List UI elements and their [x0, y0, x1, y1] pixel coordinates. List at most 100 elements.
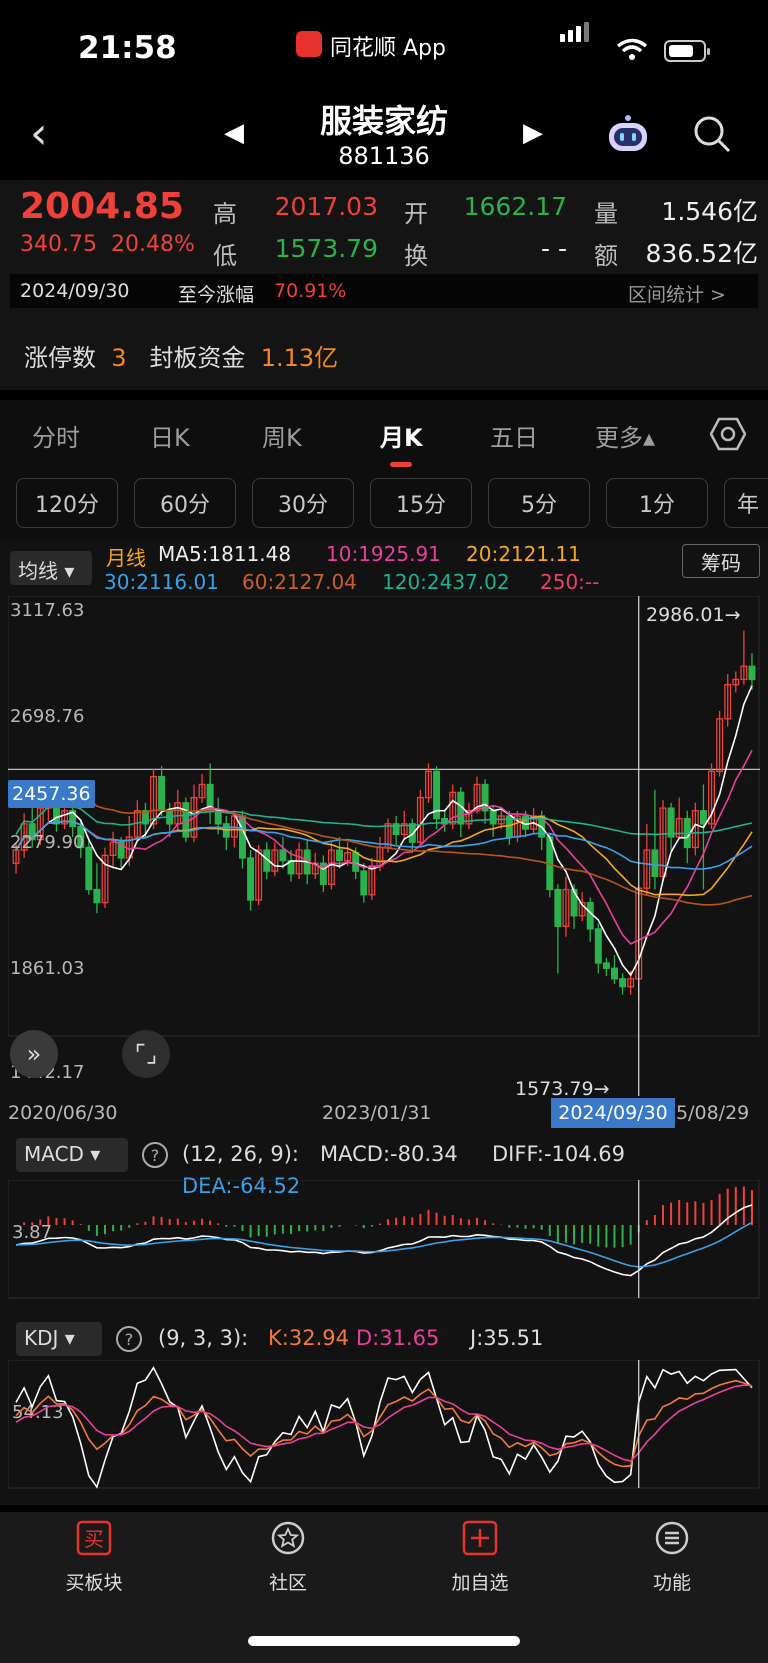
tab-monthly[interactable]: 月K [380, 418, 423, 453]
candle-body [602, 962, 610, 969]
candle-body [554, 888, 562, 927]
next-stock-icon[interactable]: ▶ [523, 118, 543, 148]
candle-body [158, 775, 166, 812]
buy-sector-button[interactable]: 买 买板块 [14, 1520, 174, 1595]
limit-fund: 1.13亿 [260, 344, 339, 372]
ma120-line [15, 804, 753, 836]
stock-code: 881136 [338, 142, 430, 170]
community-button[interactable]: 社区 [208, 1520, 368, 1595]
period-1m[interactable]: 1分 [606, 478, 708, 528]
community-label: 社区 [268, 1572, 307, 1594]
functions-button[interactable]: 功能 [592, 1520, 752, 1595]
amount-label: 额 [594, 242, 618, 270]
tab-more[interactable]: 更多▴ [595, 418, 655, 453]
ma120-value: 120:2437.02 [382, 570, 510, 594]
period-30m[interactable]: 30分 [252, 478, 354, 528]
candle-body [336, 849, 344, 862]
low-marker: 1573.79→ [515, 1078, 610, 1100]
chart-frame [8, 596, 760, 1037]
diff-value: DIFF:-104.69 [492, 1142, 626, 1166]
back-icon[interactable]: ‹ [30, 112, 48, 156]
high-marker: 2986.01→ [646, 604, 741, 626]
period-120m[interactable]: 120分 [16, 478, 118, 528]
y-tick-1: 3117.63 [10, 600, 85, 621]
status-app-name: 同花顺 App [330, 36, 446, 61]
candle-body [651, 849, 659, 878]
macd-frame [8, 1180, 760, 1299]
volume-label: 量 [594, 200, 618, 228]
candle-body [699, 810, 707, 825]
range-stat-link[interactable]: 区间统计 > [628, 280, 726, 307]
d-line [15, 1384, 753, 1463]
buy-sector-label: 买板块 [65, 1572, 123, 1594]
limit-count: 3 [111, 344, 127, 372]
low-label: 低 [213, 242, 237, 270]
macd-selector[interactable]: MACD ▾ [16, 1138, 128, 1172]
tab-five-day[interactable]: 五日 [490, 418, 538, 453]
turnover-value: - - [541, 234, 567, 263]
active-tab-indicator [390, 462, 412, 467]
volume-value: 1.546亿 [661, 197, 758, 226]
candle-body [85, 846, 93, 891]
candle-body [610, 967, 618, 980]
macd-help-icon[interactable]: ? [142, 1142, 168, 1168]
settings-icon[interactable] [710, 416, 746, 452]
period-5m[interactable]: 5分 [488, 478, 590, 528]
candle-body [586, 901, 594, 930]
tab-weekly[interactable]: 周K [262, 418, 302, 453]
expand-icon[interactable]: » [10, 1030, 58, 1078]
j-value: J:35.51 [470, 1326, 544, 1350]
macd-chart[interactable] [8, 1180, 760, 1300]
high-label: 高 [213, 200, 237, 228]
period-60m[interactable]: 60分 [134, 478, 236, 528]
tab-intraday[interactable]: 分时 [32, 418, 80, 453]
low-value: 1573.79 [274, 234, 378, 263]
macd-params: (12, 26, 9): [182, 1142, 299, 1166]
community-icon [271, 1521, 305, 1555]
cursor-date-tag: 2024/09/30 [551, 1098, 675, 1128]
fullscreen-icon[interactable]: ⌜⌟ [122, 1030, 170, 1078]
candle-body [93, 888, 101, 904]
add-watchlist-icon [462, 1520, 498, 1556]
limit-up-row: 涨停数 3 封板资金 1.13亿 [24, 338, 338, 373]
ma30-value: 30:2116.01 [104, 570, 219, 594]
ma60-value: 60:2127.04 [242, 570, 357, 594]
amount-value: 836.52亿 [645, 239, 758, 268]
x-tick-mid: 2023/01/31 [322, 1102, 432, 1124]
candle-body [352, 852, 360, 872]
candle-body [667, 807, 675, 838]
limit-fund-label: 封板资金 [149, 344, 246, 372]
y-tick-2: 2698.76 [10, 706, 85, 727]
candle-body [748, 665, 756, 681]
chip-distribution-button[interactable]: 筹码 [682, 544, 760, 578]
kdj-selector[interactable]: KDJ ▾ [16, 1322, 102, 1356]
kdj-help-icon[interactable]: ? [116, 1326, 142, 1352]
change-percent: 20.48% [110, 232, 195, 257]
k-value: K:32.94 [268, 1326, 349, 1350]
status-time: 21:58 [78, 30, 177, 66]
menu-icon [655, 1521, 689, 1555]
ma250-value: 250:-- [540, 570, 600, 594]
ma-selector[interactable]: 均线 ▾ [10, 551, 92, 585]
change-value: 340.75 [20, 232, 97, 257]
d-value: D:31.65 [356, 1326, 440, 1350]
diff-line [15, 1204, 753, 1277]
period-year[interactable]: 年 [724, 478, 768, 528]
x-tick-start: 2020/06/30 [8, 1102, 118, 1124]
kdj-chart[interactable] [8, 1360, 760, 1490]
selected-date: 2024/09/30 [20, 280, 130, 302]
period-15m[interactable]: 15分 [370, 478, 472, 528]
tab-daily[interactable]: 日K [150, 418, 190, 453]
open-value: 1662.17 [463, 192, 567, 221]
since-gain-label: 至今涨幅 [178, 284, 255, 306]
add-watchlist-button[interactable]: 加自选 [400, 1520, 560, 1595]
page-title: 服装家纺 [319, 102, 448, 140]
home-indicator [248, 1636, 520, 1646]
candle-body [247, 857, 255, 901]
search-icon[interactable] [692, 114, 732, 154]
candle-body [279, 849, 287, 862]
kline-chart[interactable] [8, 596, 760, 1096]
robot-assistant-icon[interactable] [605, 114, 651, 154]
turnover-label: 换 [404, 242, 428, 270]
price-change: 340.75 20.48% [20, 232, 195, 257]
